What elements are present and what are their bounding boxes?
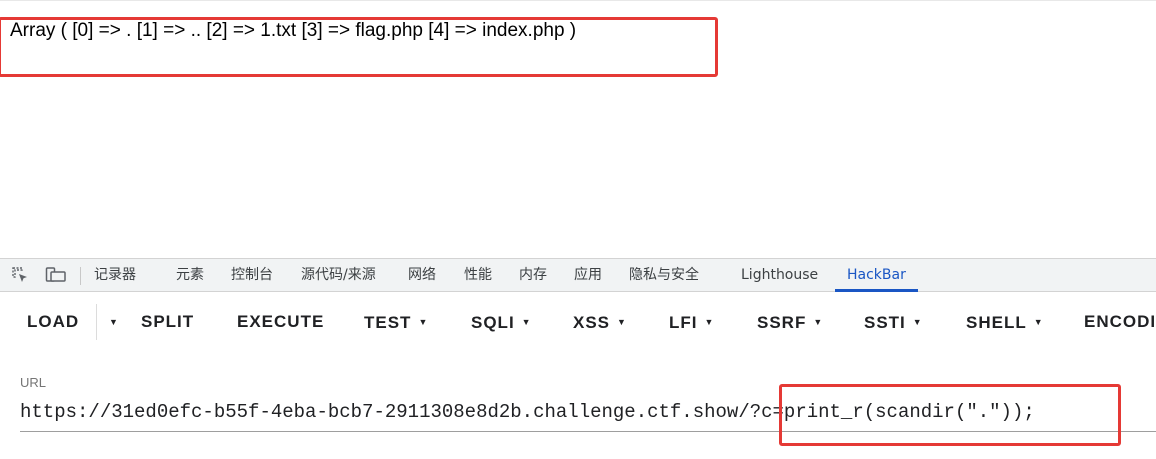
tab-performance[interactable]: 性能 — [464, 259, 492, 291]
test-menu-button[interactable]: TEST ▼ — [364, 306, 428, 338]
shell-menu-label: SHELL — [966, 313, 1027, 332]
lfi-menu-label: LFI — [669, 313, 698, 332]
tab-privacy-security[interactable]: 隐私与安全 — [629, 259, 699, 291]
ssrf-menu-label: SSRF — [757, 313, 807, 332]
hackbar-toolbar: LOAD ▼ SPLIT EXECUTE TEST ▼ SQLI ▼ XSS ▼ LF… — [0, 292, 1156, 352]
ssti-menu-label: SSTI — [864, 313, 906, 332]
xss-menu-button[interactable]: XSS ▼ — [573, 306, 627, 338]
chevron-down-icon: ▼ — [617, 317, 627, 327]
xss-menu-label: XSS — [573, 313, 611, 332]
lfi-menu-button[interactable]: LFI ▼ — [669, 306, 714, 338]
devtools-tab-bar: 记录器 元素 控制台 源代码/来源 网络 性能 内存 应用 隐私与安全 Ligh… — [0, 258, 1156, 292]
sqli-menu-button[interactable]: SQLI ▼ — [471, 306, 532, 338]
page-output-area: Array ( [0] => . [1] => .. [2] => 1.txt … — [0, 0, 1156, 259]
tab-lighthouse[interactable]: Lighthouse — [741, 259, 818, 291]
tab-elements[interactable]: 元素 — [176, 259, 204, 291]
chevron-down-icon: ▼ — [813, 317, 824, 327]
highlight-box-output — [0, 17, 718, 77]
chevron-down-icon: ▼ — [418, 317, 429, 327]
tab-network[interactable]: 网络 — [408, 259, 436, 291]
load-dropdown-button[interactable]: ▼ — [102, 306, 119, 338]
url-label: URL — [20, 375, 47, 390]
test-menu-label: TEST — [364, 313, 412, 332]
shell-menu-button[interactable]: SHELL ▼ — [966, 306, 1044, 338]
toolbar-divider — [80, 267, 81, 285]
tab-application[interactable]: 应用 — [574, 259, 602, 291]
chevron-down-icon: ▼ — [109, 317, 119, 327]
ssrf-menu-button[interactable]: SSRF ▼ — [757, 306, 823, 338]
chevron-down-icon: ▼ — [912, 317, 923, 327]
execute-button[interactable]: EXECUTE — [237, 306, 324, 338]
split-button[interactable]: SPLIT — [141, 306, 194, 338]
sqli-menu-label: SQLI — [471, 313, 515, 332]
tab-sources[interactable]: 源代码/来源 — [301, 259, 376, 291]
encoding-menu-button[interactable]: ENCODI — [1084, 306, 1156, 338]
load-button[interactable]: LOAD — [27, 306, 79, 338]
device-toolbar-icon[interactable] — [45, 265, 66, 285]
chevron-down-icon: ▼ — [521, 317, 532, 327]
tab-hackbar[interactable]: HackBar — [835, 259, 918, 292]
highlight-box-url — [779, 384, 1121, 446]
tab-memory[interactable]: 内存 — [519, 259, 547, 291]
load-split-divider — [96, 304, 97, 340]
inspect-element-icon[interactable] — [10, 265, 30, 285]
chevron-down-icon: ▼ — [1033, 317, 1044, 327]
tab-console[interactable]: 控制台 — [231, 259, 273, 291]
chevron-down-icon: ▼ — [704, 317, 715, 327]
ssti-menu-button[interactable]: SSTI ▼ — [864, 306, 923, 338]
tab-recorder[interactable]: 记录器 — [94, 259, 136, 291]
